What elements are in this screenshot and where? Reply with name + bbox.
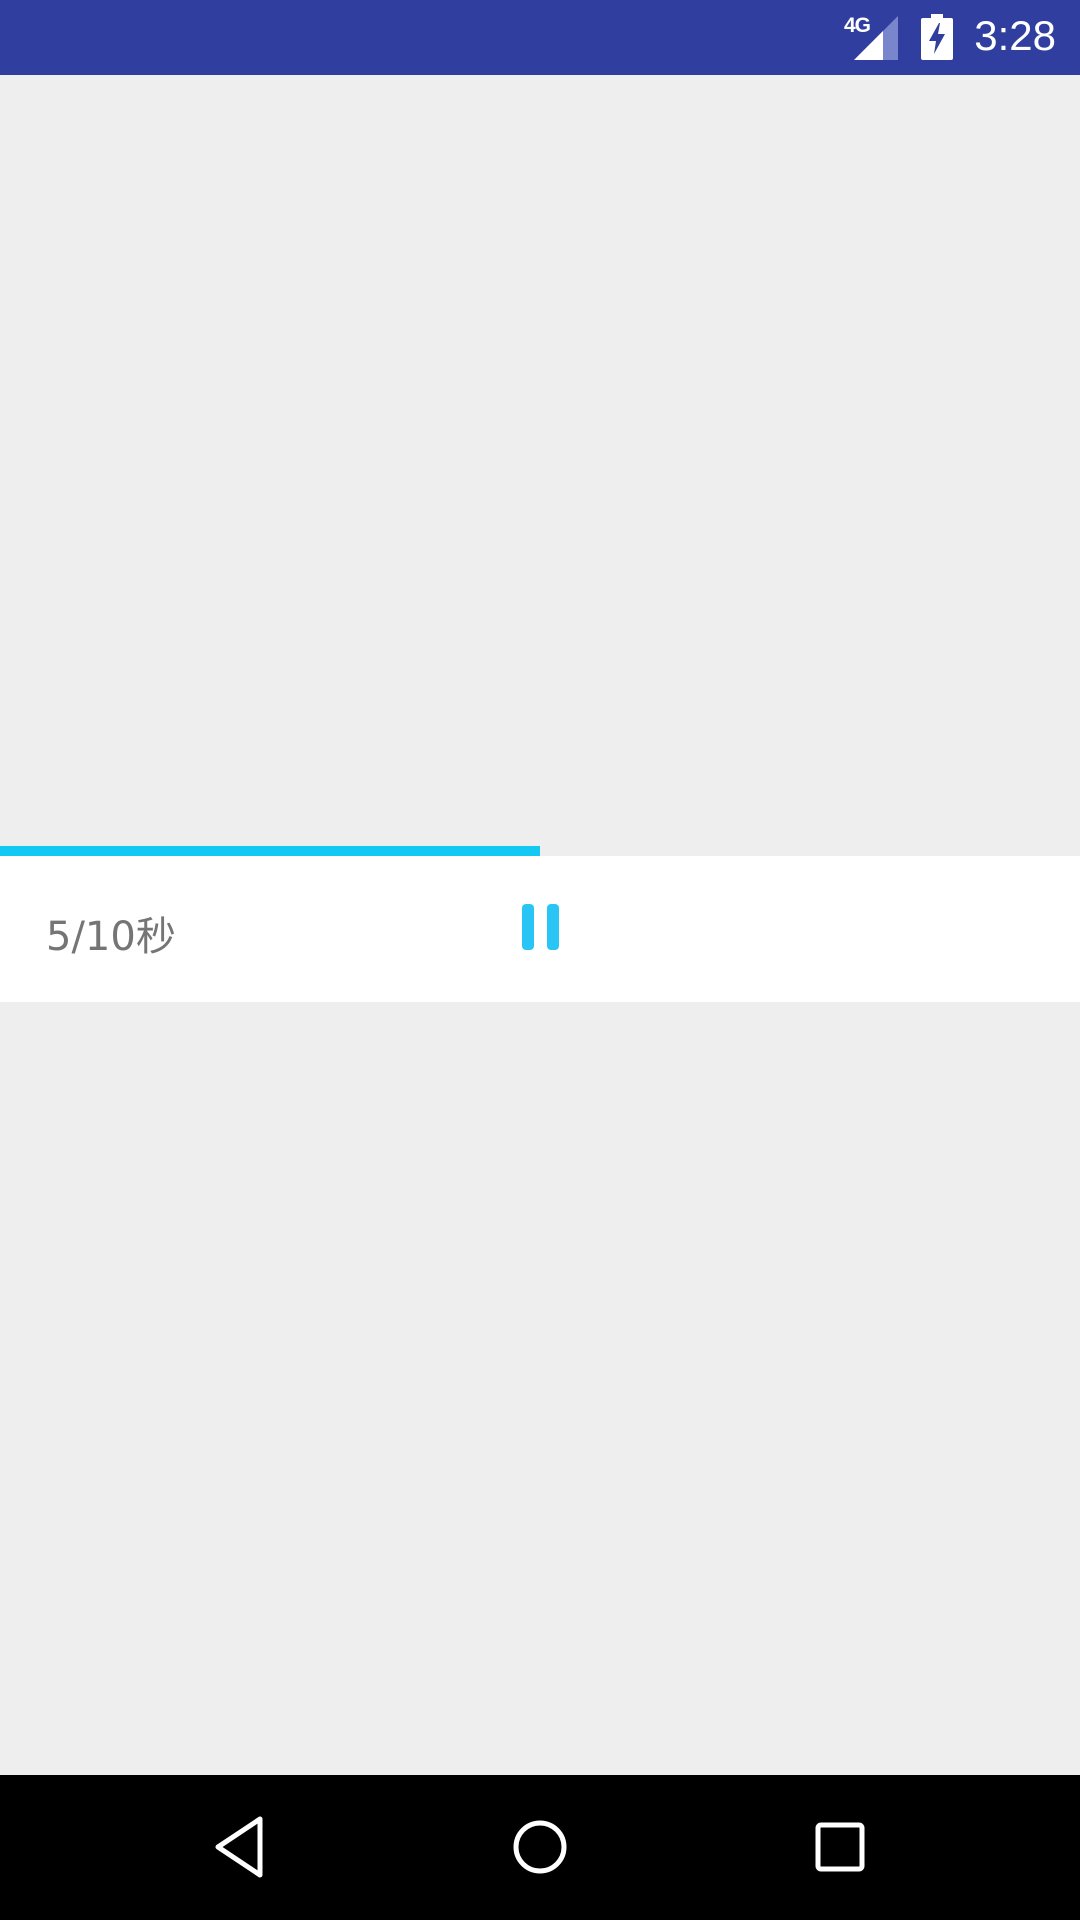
playback-progress-fill — [0, 846, 540, 856]
pause-button[interactable] — [516, 900, 564, 958]
pause-icon — [522, 904, 534, 950]
home-icon — [513, 1820, 567, 1874]
status-clock: 3:28 — [974, 12, 1056, 59]
recents-button[interactable] — [788, 1795, 892, 1899]
playback-time-label: 5/10秒 — [46, 914, 176, 960]
back-button[interactable] — [188, 1795, 292, 1899]
pause-icon — [547, 904, 559, 950]
navigation-bar — [0, 1775, 1080, 1920]
battery-charging-icon — [921, 14, 953, 60]
home-button[interactable] — [488, 1795, 592, 1899]
signal-icon — [854, 16, 898, 60]
playback-progress-bar — [0, 846, 1080, 856]
playback-control-panel: 5/10秒 — [0, 856, 1080, 1002]
recents-icon — [815, 1822, 865, 1872]
back-icon — [215, 1816, 263, 1878]
status-bar: 4G 3:28 — [0, 0, 1080, 75]
